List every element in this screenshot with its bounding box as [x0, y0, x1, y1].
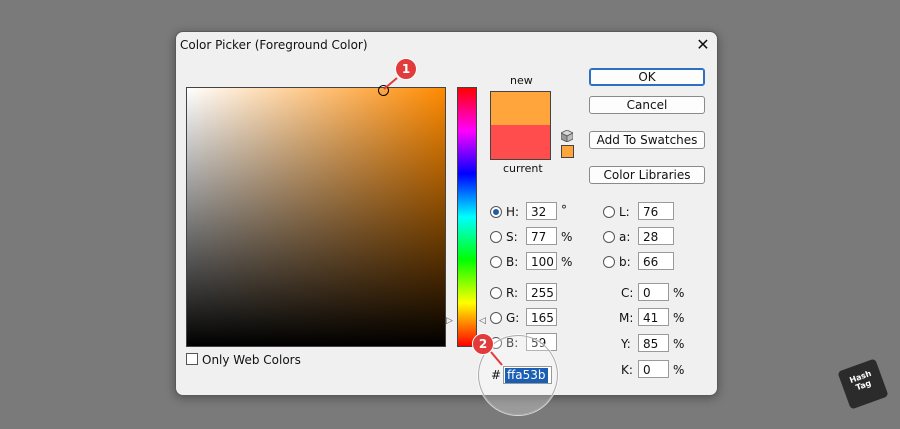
red-label: R: — [506, 286, 519, 300]
magenta-field[interactable]: 41 — [638, 308, 669, 326]
cyan-label: C: — [621, 286, 634, 300]
color-libraries-button[interactable]: Color Libraries — [589, 166, 705, 184]
brightness-field[interactable]: 100 — [526, 252, 557, 270]
a-channel-radio[interactable] — [603, 231, 615, 243]
green-field[interactable]: 165 — [526, 308, 557, 326]
percent-unit: % — [561, 230, 573, 244]
percent-unit: % — [561, 255, 573, 269]
magenta-label: M: — [619, 311, 634, 325]
annotation-arrow-icon — [383, 77, 398, 90]
hue-slider-left-arrow-icon[interactable]: ▷ — [446, 316, 453, 326]
brand-logo: Hash Tag — [837, 358, 889, 410]
percent-unit: % — [673, 311, 685, 325]
saturation-field[interactable]: 77 — [526, 227, 557, 245]
yellow-field[interactable]: 85 — [638, 334, 669, 352]
only-web-colors-label: Only Web Colors — [202, 353, 301, 367]
a-channel-label: a: — [619, 230, 631, 244]
new-color-label: new — [510, 74, 533, 87]
hex-label: # — [491, 368, 502, 382]
a-channel-field[interactable]: 28 — [638, 227, 674, 245]
hue-field[interactable]: 32 — [526, 202, 557, 220]
lightness-field[interactable]: 76 — [638, 202, 674, 220]
add-to-swatches-button[interactable]: Add To Swatches — [589, 131, 705, 149]
ok-button[interactable]: OK — [589, 68, 705, 86]
hue-slider[interactable] — [457, 87, 477, 347]
hue-label: H: — [506, 205, 520, 219]
black-label: K: — [621, 363, 633, 377]
out-of-gamut-cube-icon[interactable] — [561, 130, 573, 142]
saturation-radio[interactable] — [490, 231, 502, 243]
current-color-swatch[interactable] — [490, 125, 551, 160]
hex-field[interactable]: ffa53b — [503, 366, 552, 384]
color-field[interactable] — [186, 87, 446, 347]
lightness-label: L: — [619, 205, 630, 219]
color-picker-dialog: Color Picker (Foreground Color) ✕ ▷ ◁ ne… — [175, 31, 718, 415]
b-channel-radio[interactable] — [603, 256, 615, 268]
hex-value: ffa53b — [505, 368, 548, 383]
hue-slider-right-arrow-icon[interactable]: ◁ — [479, 316, 486, 326]
only-web-colors-checkbox[interactable] — [186, 353, 198, 365]
brightness-radio[interactable] — [490, 256, 502, 268]
hue-radio[interactable] — [490, 206, 502, 218]
red-field[interactable]: 255 — [526, 283, 557, 301]
close-icon[interactable]: ✕ — [693, 35, 713, 55]
percent-unit: % — [673, 337, 685, 351]
b-channel-field[interactable]: 66 — [638, 252, 674, 270]
yellow-label: Y: — [621, 337, 631, 351]
web-safe-color-swatch[interactable] — [561, 145, 574, 158]
percent-unit: % — [673, 363, 685, 377]
cancel-button[interactable]: Cancel — [589, 96, 705, 114]
cyan-field[interactable]: 0 — [638, 283, 669, 301]
percent-unit: % — [673, 286, 685, 300]
new-color-swatch — [490, 91, 551, 126]
saturation-label: S: — [506, 230, 518, 244]
current-color-label: current — [503, 162, 543, 175]
red-radio[interactable] — [490, 287, 502, 299]
brightness-label: B: — [506, 255, 519, 269]
degree-unit: ° — [561, 203, 567, 217]
lightness-radio[interactable] — [603, 206, 615, 218]
b-channel-label: b: — [619, 255, 631, 269]
annotation-arrow-icon — [490, 351, 503, 366]
dialog-title: Color Picker (Foreground Color) — [180, 38, 368, 52]
green-radio[interactable] — [490, 312, 502, 324]
green-label: G: — [506, 311, 520, 325]
black-field[interactable]: 0 — [638, 360, 669, 378]
